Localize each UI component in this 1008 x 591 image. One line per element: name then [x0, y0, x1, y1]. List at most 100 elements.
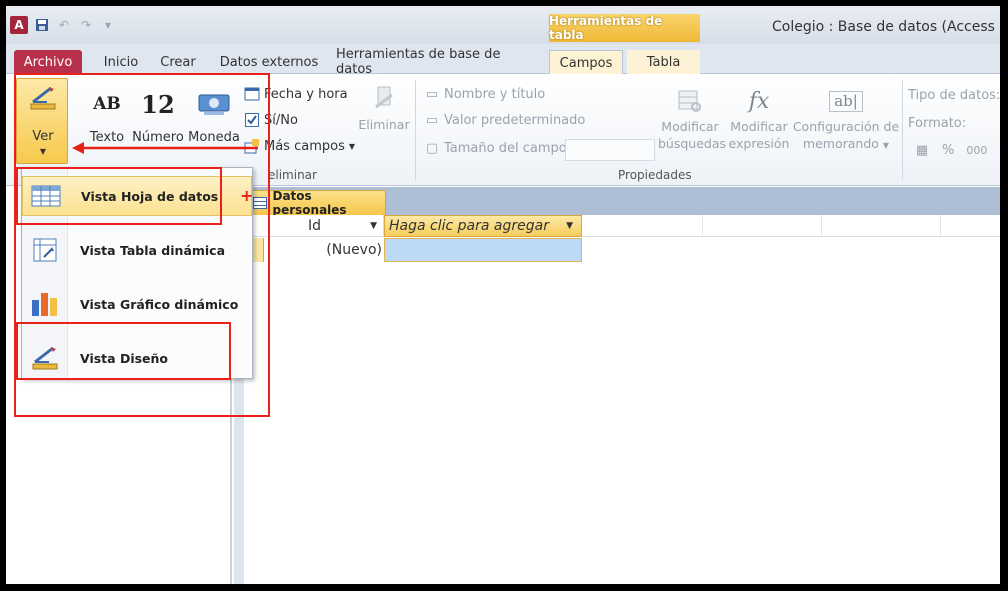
design-view-icon — [22, 345, 68, 371]
calendar-icon — [244, 86, 260, 102]
eliminar-label: Eliminar — [358, 117, 410, 132]
si-no-label: Sí/No — [264, 112, 298, 128]
group-label-propiedades: Propiedades — [618, 168, 692, 182]
percent-format-button[interactable]: % — [942, 143, 954, 158]
valor-predeterminado-button[interactable]: ▭ Valor predeterminado — [424, 112, 586, 128]
fecha-hora-label: Fecha y hora — [264, 86, 348, 102]
formato-label: Formato: — [908, 116, 967, 131]
configuracion-memorando-button[interactable]: ab| Configuración de memorando ▼ — [792, 84, 900, 154]
redo-icon[interactable]: ↷ — [78, 17, 94, 33]
ver-dropdown-menu: Vista Hoja de datos Vista Tabla dinámica… — [21, 167, 253, 379]
texto-label: Texto — [89, 130, 125, 145]
column-add-label: Haga clic para agregar — [389, 218, 549, 234]
modificar-expresion-button[interactable]: fx Modificar expresión — [728, 84, 790, 152]
ribbon-tab-row: Archivo Inicio Crear Datos externos Herr… — [6, 44, 1000, 77]
column-id-dropdown-icon[interactable]: ▼ — [370, 221, 377, 231]
tamano-campo-row: ▢ Tamaño del campo — [424, 140, 567, 156]
grid-line — [702, 215, 703, 237]
configuracion-memorando-label-1: Configuración de — [792, 119, 900, 134]
ver-label: Ver — [32, 129, 54, 144]
mas-campos-label: Más campos — [264, 138, 345, 154]
tab-crear[interactable]: Crear — [154, 50, 202, 74]
moneda-button[interactable]: Moneda — [186, 84, 242, 145]
tab-campos[interactable]: Campos — [549, 50, 623, 75]
pivot-chart-icon — [22, 290, 68, 318]
document-tab-bar: Datos personales — [244, 187, 1000, 217]
tab-tabla[interactable]: Tabla — [627, 50, 700, 74]
modificar-expresion-label-2: expresión — [728, 136, 790, 151]
screenshot-frame: A ↶ ↷ ▾ Herramientas de tabla Colegio : … — [6, 6, 1000, 584]
datasheet-header-row: Id ▼ Haga clic para agregar ▼ — [244, 215, 1000, 237]
menu-item-vista-tabla-dinamica[interactable]: Vista Tabla dinámica — [22, 230, 252, 270]
tipo-datos-label: Tipo de datos: — [908, 88, 1000, 103]
cell-add-field[interactable] — [384, 238, 582, 262]
ver-button[interactable]: Ver ▼ — [16, 78, 68, 164]
window-title: Colegio : Base de datos (Access — [772, 19, 995, 35]
document-area: Datos personales Id ▼ Haga clic para agr… — [244, 187, 1000, 584]
tab-archivo[interactable]: Archivo — [14, 50, 82, 74]
modificar-busquedas-button[interactable]: Modificar búsquedas — [658, 84, 727, 152]
table-tools-header: Herramientas de tabla — [549, 14, 700, 42]
customize-qat-icon[interactable]: ▾ — [100, 17, 116, 33]
menu-item-vista-grafico-dinamico[interactable]: Vista Gráfico dinámico — [22, 284, 252, 324]
memo-settings-icon: ab| — [829, 90, 863, 112]
menu-item-vista-hoja-datos[interactable]: Vista Hoja de datos — [22, 176, 252, 216]
pivot-table-icon — [22, 237, 68, 263]
access-app-icon[interactable]: A — [10, 16, 28, 34]
title-bar: A ↶ ↷ ▾ Herramientas de tabla Colegio : … — [6, 6, 1000, 44]
tab-inicio[interactable]: Inicio — [94, 50, 148, 74]
more-fields-icon — [244, 138, 260, 154]
mas-campos-arrow: ▼ — [348, 141, 355, 151]
cell-new-record[interactable]: (Nuevo) — [264, 238, 384, 262]
modificar-busquedas-label-2: búsquedas — [658, 136, 727, 151]
numero-button[interactable]: 12 Número — [130, 84, 186, 146]
texto-button[interactable]: AB Texto — [86, 84, 128, 145]
field-size-input[interactable] — [565, 139, 655, 161]
column-header-add[interactable]: Haga clic para agregar ▼ — [384, 215, 582, 237]
field-size-icon: ▢ — [425, 140, 439, 156]
nombre-titulo-label: Nombre y título — [444, 86, 546, 102]
number-format-buttons: ▦ % 000 — [914, 142, 988, 158]
save-icon[interactable] — [34, 17, 50, 33]
nombre-titulo-button[interactable]: ▭ Nombre y título — [424, 86, 545, 102]
text-field-icon: AB — [93, 94, 121, 114]
moneda-label: Moneda — [188, 130, 240, 145]
datasheet-view-icon — [23, 184, 69, 208]
column-add-dropdown-icon[interactable]: ▼ — [566, 221, 573, 231]
default-value-icon: ▭ — [425, 112, 439, 128]
annotation-plus: + — [240, 186, 254, 205]
menu-label: Vista Diseño — [80, 350, 169, 366]
si-no-button[interactable]: Sí/No — [244, 112, 298, 128]
grid-line — [940, 215, 941, 237]
name-caption-icon: ▭ — [425, 86, 439, 102]
fecha-hora-button[interactable]: Fecha y hora — [244, 86, 348, 102]
thousands-format-button[interactable]: 000 — [966, 144, 987, 157]
mas-campos-button[interactable]: Más campos ▼ — [244, 138, 355, 154]
group-label-eliminar: eliminar — [268, 168, 317, 182]
menu-label: Vista Gráfico dinámico — [80, 296, 239, 312]
menu-item-vista-diseno[interactable]: Vista Diseño — [22, 338, 252, 378]
tab-herramientas-base-datos[interactable]: Herramientas de base de datos — [336, 47, 536, 77]
table-icon — [253, 197, 267, 209]
tamano-campo-label: Tamaño del campo — [444, 140, 567, 156]
numero-label: Número — [132, 130, 184, 145]
ver-dropdown-arrow: ▼ — [39, 147, 47, 156]
design-view-icon — [30, 86, 56, 110]
menu-label: Vista Tabla dinámica — [80, 242, 226, 258]
table-row[interactable]: (Nuevo) — [244, 238, 1000, 262]
tab-datos-externos[interactable]: Datos externos — [216, 50, 322, 74]
currency-format-icon[interactable]: ▦ — [914, 142, 930, 158]
doc-tab-datos-personales[interactable]: Datos personales — [246, 189, 386, 217]
group-separator — [415, 80, 416, 180]
group-separator — [902, 80, 903, 180]
column-header-id[interactable]: Id ▼ — [264, 215, 384, 237]
eliminar-button[interactable]: Eliminar — [358, 82, 410, 133]
checkbox-icon — [244, 112, 260, 128]
valor-predeterminado-label: Valor predeterminado — [444, 112, 586, 128]
lookup-icon — [678, 90, 701, 112]
grid-line — [821, 215, 822, 237]
undo-icon[interactable]: ↶ — [56, 17, 72, 33]
menu-label: Vista Hoja de datos — [81, 188, 219, 204]
currency-field-icon — [198, 94, 230, 115]
memorando-dropdown-arrow: ▼ — [882, 141, 890, 150]
